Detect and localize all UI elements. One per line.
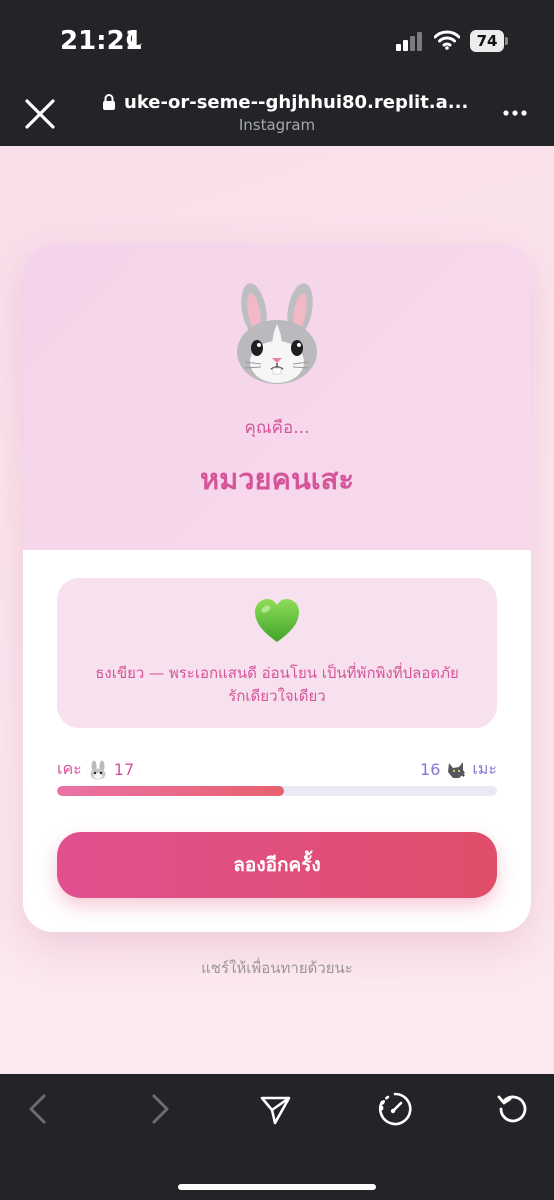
uke-value: 17: [113, 760, 135, 779]
more-icon[interactable]: [502, 108, 528, 118]
back-icon[interactable]: [22, 1092, 56, 1126]
result-title: หมวยคนเสะ: [200, 462, 354, 496]
share-icon[interactable]: [258, 1092, 292, 1126]
battery-icon: 74: [470, 30, 508, 52]
seme-score: 16 เมะ: [420, 757, 497, 782]
rabbit-icon: [237, 283, 317, 384]
browser-header: uke-or-seme--ghjhhui80.replit.a... Insta…: [0, 84, 554, 146]
result-card: คุณคือ... หมวยคนเสะ ธงเขียว — พระเอกแสนด…: [23, 244, 531, 932]
uke-ratio-fill: [57, 786, 284, 796]
uke-label: เคะ: [57, 759, 82, 778]
address-bar[interactable]: uke-or-seme--ghjhhui80.replit.a...: [102, 89, 468, 115]
seme-label: เมะ: [472, 759, 497, 778]
url-text: uke-or-seme--ghjhhui80.replit.a...: [124, 91, 469, 113]
score-ratio-bar: [57, 786, 497, 796]
moon-icon: [126, 31, 142, 48]
rabbit-icon: [90, 760, 106, 779]
score-row: เคะ 17 16 เมะ: [57, 757, 497, 781]
browser-toolbar: [0, 1074, 554, 1200]
retry-button[interactable]: ลองอีกครั้ง: [57, 832, 497, 898]
seme-value: 16: [420, 760, 441, 779]
browser-subtitle: Instagram: [238, 116, 316, 134]
wolf-icon: [448, 761, 466, 778]
wifi-icon: [434, 30, 460, 50]
you-are-label: คุณคือ...: [244, 418, 310, 438]
result-header: คุณคือ... หมวยคนเสะ: [23, 244, 531, 550]
result-description: ธงเขียว — พระเอกแสนดี อ่อนโยน เป็นที่พัก…: [73, 662, 481, 708]
reload-icon[interactable]: [496, 1092, 530, 1126]
description-line-1: ธงเขียว — พระเอกแสนดี อ่อนโยน เป็นที่พัก…: [95, 664, 459, 682]
uke-score: เคะ 17: [57, 757, 134, 782]
green-heart-icon: [255, 599, 299, 642]
web-content: คุณคือ... หมวยคนเสะ ธงเขียว — พระเอกแสนด…: [0, 146, 554, 1074]
home-indicator: [178, 1184, 376, 1190]
description-line-2: รักเดียวใจเดียว: [228, 687, 326, 705]
signal-icon: [396, 32, 422, 51]
battery-tip: [505, 37, 508, 45]
description-box: ธงเขียว — พระเอกแสนดี อ่อนโยน เป็นที่พัก…: [57, 578, 497, 728]
battery-level: 74: [470, 30, 504, 52]
share-hint: แชร์ให้เพื่อนทายด้วยนะ: [201, 959, 353, 977]
forward-icon[interactable]: [142, 1092, 176, 1126]
compass-icon[interactable]: [378, 1092, 412, 1126]
status-bar: 21:21 74: [0, 0, 554, 84]
lock-icon: [103, 94, 115, 110]
